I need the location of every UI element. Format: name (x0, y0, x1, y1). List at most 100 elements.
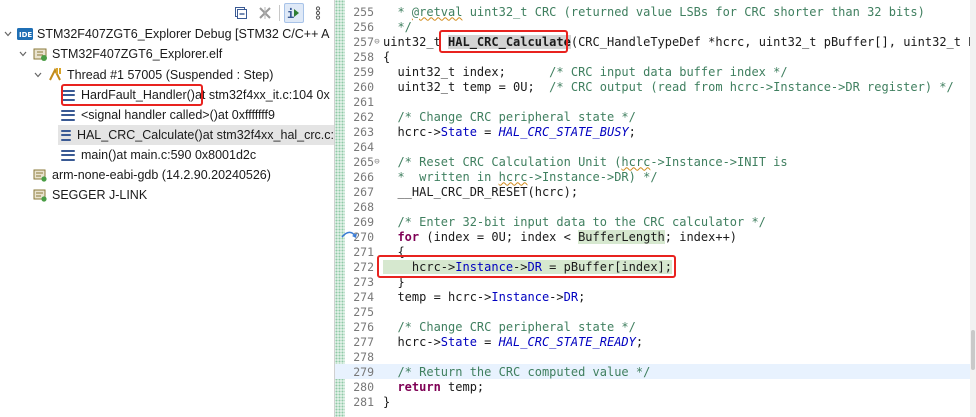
svg-text:i: i (287, 7, 294, 21)
toolbar-separator (279, 5, 280, 21)
code-line-266[interactable]: 266 * written in hcrc->Instance->DR) */ (335, 169, 976, 184)
debugger-process-icon (32, 167, 48, 183)
line-text: /* Return the CRC computed value */ (383, 364, 651, 379)
line-number: 268 (353, 199, 374, 214)
line-text: */ (383, 19, 412, 34)
suspended-thread-icon (47, 67, 63, 83)
line-number: 261 (353, 94, 374, 109)
code-line-278[interactable]: 278 (335, 349, 976, 364)
line-number: 271 (353, 244, 374, 259)
tree-item-launch[interactable]: IDE STM32F407ZGT6_Explorer Debug [STM32 … (2, 24, 330, 44)
tree-item-elf[interactable]: STM32F407ZGT6_Explorer.elf (17, 44, 222, 64)
debug-toolbar: i (231, 2, 328, 24)
jlink-label: SEGGER J-LINK (52, 188, 148, 202)
line-text: hcrc->State = HAL_CRC_STATE_BUSY; (383, 124, 636, 139)
line-text: { (383, 49, 391, 64)
tree-item-jlink[interactable]: SEGGER J-LINK (32, 185, 147, 205)
fold-collapse-icon[interactable]: ⊖ (372, 37, 382, 47)
frame-location: at 0xfffffff9 (217, 108, 275, 122)
code-line-263[interactable]: 263 hcrc->State = HAL_CRC_STATE_BUSY; (335, 124, 976, 139)
instruction-stepping-mode-icon[interactable]: i (284, 3, 304, 23)
line-text: /* Change CRC peripheral state */ (383, 319, 636, 334)
line-text: for (index = 0U; index < BufferLength; i… (383, 229, 738, 244)
line-number: 262 (353, 109, 374, 124)
code-line-258[interactable]: 258 { (335, 49, 976, 64)
frame-location: at stm32f4xx_it.c:104 0x (194, 88, 330, 102)
code-line-269[interactable]: 269 /* Enter 32-bit input data to the CR… (335, 214, 976, 229)
code-line-265[interactable]: 265 ⊖ /* Reset CRC Calculation Unit (hcr… (335, 154, 976, 169)
stack-frame-main[interactable]: main() at main.c:590 0x8001d2c (61, 145, 256, 165)
line-number: 263 (353, 124, 374, 139)
code-line-256[interactable]: 256 */ (335, 19, 976, 34)
line-number: 269 (353, 214, 374, 229)
line-text: hcrc->State = HAL_CRC_STATE_READY; (383, 334, 644, 349)
stack-frame-icon (61, 109, 75, 121)
line-text: return temp; (383, 379, 485, 394)
code-line-277[interactable]: 277 hcrc->State = HAL_CRC_STATE_READY; (335, 334, 976, 349)
scrollbar-thumb[interactable] (971, 330, 975, 370)
stack-frame-hal-crc-calculate[interactable]: HAL_CRC_Calculate() at stm32f4xx_hal_crc… (58, 125, 334, 145)
line-text: /* Change CRC peripheral state */ (383, 109, 636, 124)
code-line-276[interactable]: 276 /* Change CRC peripheral state */ (335, 319, 976, 334)
code-line-257[interactable]: 257 ⊖ uint32_t HAL_CRC_Calculate(CRC_Han… (335, 34, 976, 49)
highlight-box-hardfault (61, 84, 203, 106)
line-number: 272 (353, 259, 374, 274)
code-editor[interactable]: 255 * @retval uint32_t CRC (returned val… (335, 0, 976, 417)
line-number: 260 (353, 79, 374, 94)
line-number: 270 (353, 229, 374, 244)
line-text: uint32_t index; /* CRC input data buffer… (383, 64, 788, 79)
line-number: 277 (353, 334, 374, 349)
code-line-270[interactable]: 270 for (index = 0U; index < BufferLengt… (335, 229, 976, 244)
line-text: /* Enter 32-bit input data to the CRC ca… (383, 214, 766, 229)
line-number: 255 (353, 4, 374, 19)
code-line-281[interactable]: 281 } (335, 394, 976, 409)
code-line-260[interactable]: 260 uint32_t temp = 0U; /* CRC output (r… (335, 79, 976, 94)
frame-function: <signal handler called>() (81, 108, 218, 122)
line-number: 266 (353, 169, 374, 184)
line-number: 280 (353, 379, 374, 394)
code-line-279[interactable]: 279 /* Return the CRC computed value */ (335, 364, 976, 379)
gdb-label: arm-none-eabi-gdb (14.2.90.20240526) (52, 168, 271, 182)
frame-location: at main.c:590 0x8001d2c (116, 148, 257, 162)
debug-view: i IDE STM32F407ZGT6_Explorer Debug [STM3… (0, 0, 334, 417)
code-line-280[interactable]: 280 return temp; (335, 379, 976, 394)
line-number: 264 (353, 139, 374, 154)
code-line-275[interactable]: 275 (335, 304, 976, 319)
line-number: 275 (353, 304, 374, 319)
line-text: * written in hcrc->Instance->DR) */ (383, 169, 658, 184)
code-line-255[interactable]: 255 * @retval uint32_t CRC (returned val… (335, 4, 976, 19)
code-line-274[interactable]: 274 temp = hcrc->Instance->DR; (335, 289, 976, 304)
code-line-268[interactable]: 268 (335, 199, 976, 214)
collapse-all-icon[interactable] (231, 3, 251, 23)
gdb-server-icon (32, 187, 48, 203)
chevron-down-icon[interactable] (32, 69, 44, 81)
line-number: 278 (353, 349, 374, 364)
line-text: temp = hcrc->Instance->DR; (383, 289, 586, 304)
code-line-264[interactable]: 264 (335, 139, 976, 154)
tree-item-thread[interactable]: Thread #1 57005 (Suspended : Step) (32, 65, 273, 85)
elf-label: STM32F407ZGT6_Explorer.elf (52, 47, 223, 61)
svg-text:IDE: IDE (19, 31, 32, 39)
code-line-267[interactable]: 267 __HAL_CRC_DR_RESET(hcrc); (335, 184, 976, 199)
view-menu-icon[interactable] (308, 3, 328, 23)
frame-location: at stm32f4xx_hal_crc.c: (202, 128, 334, 142)
stack-frame-signal-handler[interactable]: <signal handler called>() at 0xfffffff9 (61, 105, 275, 125)
line-number: 274 (353, 289, 374, 304)
fold-collapse-icon[interactable]: ⊖ (372, 157, 382, 167)
highlight-box-faulting-line (377, 255, 676, 278)
frame-function: HAL_CRC_Calculate() (76, 128, 203, 142)
thread-label: Thread #1 57005 (Suspended : Step) (67, 68, 274, 82)
code-line-262[interactable]: 262 /* Change CRC peripheral state */ (335, 109, 976, 124)
editor-scrollbar[interactable] (970, 0, 976, 417)
chevron-down-icon[interactable] (2, 28, 14, 40)
line-text: __HAL_CRC_DR_RESET(hcrc); (383, 184, 579, 199)
chevron-down-icon[interactable] (17, 48, 29, 60)
code-line-261[interactable]: 261 (335, 94, 976, 109)
line-number: 259 (353, 64, 374, 79)
code-line-259[interactable]: 259 uint32_t index; /* CRC input data bu… (335, 64, 976, 79)
remove-terminated-icon[interactable] (255, 3, 275, 23)
stack-frame-icon (61, 149, 75, 161)
ide-launch-icon: IDE (17, 26, 33, 42)
tree-item-gdb[interactable]: arm-none-eabi-gdb (14.2.90.20240526) (32, 165, 271, 185)
line-number: 276 (353, 319, 374, 334)
